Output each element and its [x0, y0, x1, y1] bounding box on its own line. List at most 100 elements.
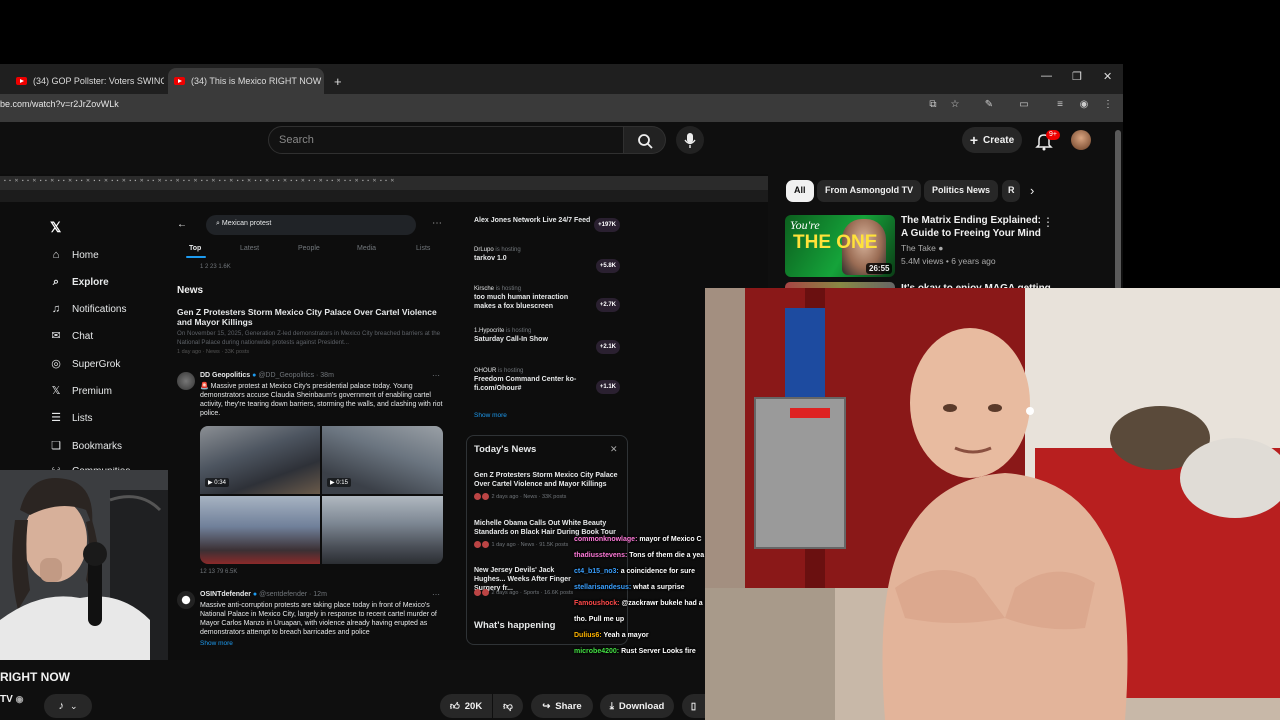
share-button[interactable]: ↪ Share — [531, 694, 593, 718]
dislike-button[interactable]: 👎︎ — [493, 694, 523, 718]
duration-text: 0:34 — [214, 480, 226, 486]
chat-text: Tons of them die a yea — [629, 552, 705, 559]
x-tab-latest[interactable]: Latest — [240, 245, 259, 252]
chat-text: what a surprise — [633, 584, 685, 591]
chat-username[interactable]: microbe4200: — [574, 648, 619, 655]
chip-politics-news[interactable]: Politics News — [924, 180, 999, 202]
sidepanel-icon[interactable]: ▭ — [1018, 99, 1030, 111]
close-icon[interactable]: ✕ — [610, 444, 618, 455]
youtube-icon — [174, 77, 185, 85]
thumbs-up-icon: 👍︎ — [449, 701, 460, 712]
x-nav-bookmarks[interactable]: ❏ Bookmarks — [50, 440, 122, 452]
youtube-icon — [16, 77, 27, 85]
media-image-4[interactable] — [322, 496, 443, 564]
avatar[interactable] — [177, 372, 195, 390]
nav-label: Chat — [72, 330, 94, 342]
voice-search-button[interactable] — [676, 126, 704, 154]
chat-text: Yeah a mayor — [603, 632, 649, 639]
new-tab-button[interactable]: + — [328, 68, 348, 94]
create-button[interactable]: + Create — [962, 127, 1022, 153]
bookmark-icon: ▯ — [690, 700, 697, 712]
live-item[interactable]: Kirsche is hosting too much human intera… — [474, 285, 624, 312]
show-more-link[interactable]: Show more — [474, 412, 507, 419]
verified-icon: ● — [938, 243, 944, 253]
url-text[interactable]: be.com/watch?v=r2JrZovWLk — [0, 99, 119, 113]
news-item[interactable]: Michelle Obama Calls Out White Beauty St… — [474, 519, 624, 537]
x-tab-top[interactable]: Top — [189, 245, 201, 252]
chat-username[interactable]: Dulius6: — [574, 632, 602, 639]
news-snippet: On November 15, 2025, Generation Z-led d… — [177, 330, 441, 346]
x-tab-media[interactable]: Media — [357, 245, 376, 252]
news-item[interactable]: Gen Z Protesters Storm Mexico City Palac… — [474, 471, 624, 489]
search-button[interactable] — [624, 126, 666, 154]
maximize-button[interactable]: ❐ — [1072, 70, 1082, 83]
subscribe-notifications-button[interactable]: ♪ ⌄ — [44, 694, 92, 718]
more-options-icon[interactable]: ⋮ — [1042, 215, 1054, 229]
chat-username[interactable]: Famoushock: — [574, 600, 620, 607]
chip-all[interactable]: All — [786, 180, 814, 202]
chat-message: microbe4200: Rust Server Looks fire — [574, 648, 696, 655]
nav-label: SuperGrok — [72, 358, 121, 370]
x-nav-home[interactable]: ⌂ Home — [50, 249, 99, 261]
news-headline[interactable]: Gen Z Protesters Storm Mexico City Palac… — [177, 307, 447, 327]
x-tab-lists[interactable]: Lists — [416, 245, 430, 252]
live-item[interactable]: 1.Hypocrite is hosting Saturday Call-In … — [474, 327, 624, 354]
x-search-input[interactable]: ⌕ Mexican protest — [206, 215, 416, 235]
live-item[interactable]: DrLupo is hosting tarkov 1.0 +5.8K — [474, 246, 624, 273]
more-options-icon[interactable]: ⋯ — [432, 371, 440, 380]
chat-username[interactable]: ct4_b15_no3: — [574, 568, 619, 575]
recommendation-channel[interactable]: The Take ● — [901, 243, 943, 253]
post-media-grid[interactable]: ▶ 0:34 ▶ 0:15 — [200, 426, 443, 564]
chat-username[interactable]: thadiusstevens: — [574, 552, 627, 559]
thumbnail-text-line1: You're — [790, 218, 820, 232]
post-author[interactable]: OSINTdefender ● @sentdefender · 12m — [200, 591, 327, 598]
browser-tab-2[interactable]: (34) This is Mexico RIGHT NOW ✕ — [168, 68, 324, 94]
bookmark-star-icon[interactable]: ☆ — [949, 99, 961, 111]
notification-count-badge: 9+ — [1046, 130, 1060, 140]
chevron-right-icon[interactable]: › — [1030, 183, 1034, 198]
webcam-scene — [0, 470, 168, 660]
menu-icon[interactable]: ⋮ — [1102, 99, 1114, 111]
todays-news-header: Today's News — [474, 444, 537, 455]
minimize-button[interactable]: — — [1041, 70, 1052, 82]
more-options-icon[interactable]: ⋯ — [432, 218, 442, 229]
channel-name[interactable]: TV ◉ — [0, 694, 23, 705]
scrollbar-thumb[interactable] — [1115, 130, 1121, 290]
install-icon[interactable]: ⧉ — [927, 99, 939, 111]
more-options-icon[interactable]: ⋯ — [432, 590, 440, 599]
post-author[interactable]: DD Geopolitics ● @DD_Geopolitics · 38m — [200, 372, 334, 379]
media-image-3[interactable] — [200, 496, 320, 564]
microphone-icon — [684, 133, 696, 148]
chip-from-asmongold[interactable]: From Asmongold TV — [817, 180, 922, 202]
x-nav-supergrok[interactable]: ◎ SuperGrok — [50, 358, 120, 370]
search-input[interactable]: Search — [268, 126, 624, 154]
x-tab-people[interactable]: People — [298, 245, 320, 252]
browser-tab-1[interactable]: (34) GOP Pollster: Voters SWING ✕ — [10, 68, 164, 94]
x-nav-notifications[interactable]: ♫ Notifications — [50, 303, 127, 315]
hosting-label: is hosting — [498, 368, 524, 374]
share-icon: ↪ — [542, 700, 551, 712]
author-name: DD Geopolitics — [200, 372, 251, 379]
recommendation-title[interactable]: The Matrix Ending Explained: A Guide to … — [901, 214, 1041, 240]
chip-partial[interactable]: R — [1002, 180, 1020, 202]
x-nav-chat[interactable]: ✉ Chat — [50, 330, 93, 342]
show-more-link[interactable]: Show more — [200, 640, 233, 647]
x-nav-premium[interactable]: 𝕏 Premium — [50, 385, 112, 397]
profile-icon[interactable]: ◉ — [1078, 99, 1090, 111]
save-button[interactable]: ▯ — [682, 694, 705, 718]
x-nav-lists[interactable]: ☰ Lists — [50, 412, 93, 424]
extensions-icon[interactable]: ✎ — [983, 99, 995, 111]
live-item[interactable]: Alex Jones Network Live 24/7 Feed +197K — [474, 216, 624, 232]
download-button[interactable]: ⤓ Download — [600, 694, 674, 718]
like-button[interactable]: 👍︎ 20K — [440, 694, 492, 718]
window-close-button[interactable]: ✕ — [1103, 70, 1112, 83]
live-item[interactable]: OHOUR is hosting Freedom Command Center … — [474, 367, 624, 394]
chat-username[interactable]: stellarisandesus: — [574, 584, 631, 591]
lists-icon: ☰ — [51, 412, 61, 424]
x-nav-explore[interactable]: ⌕ Explore — [50, 276, 109, 288]
chat-username[interactable]: commonknowlage: — [574, 536, 637, 543]
account-avatar[interactable] — [1071, 130, 1091, 150]
media-icon[interactable]: ≡ — [1054, 99, 1066, 111]
avatar[interactable] — [177, 591, 195, 609]
back-arrow-icon[interactable]: ← — [177, 219, 187, 230]
